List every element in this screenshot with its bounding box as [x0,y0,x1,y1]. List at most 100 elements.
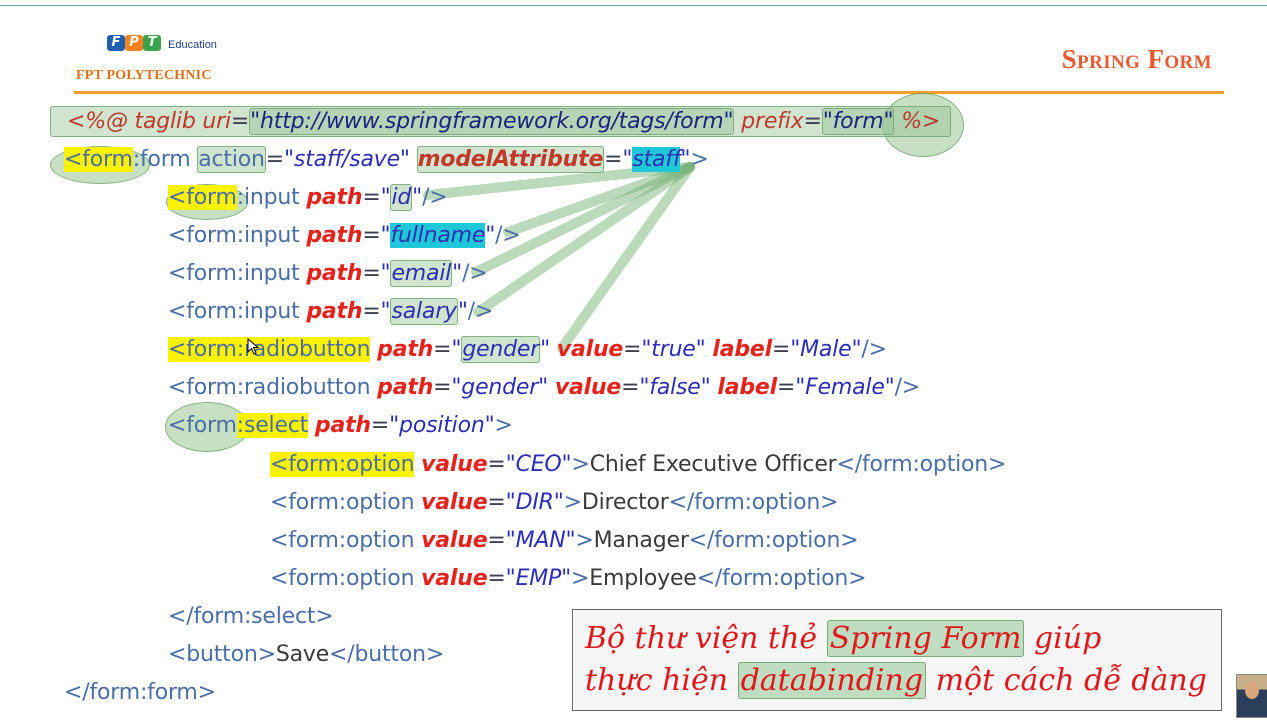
radio-male-eq3: = [771,337,791,362]
option-ceo-text: Chief Executive Officer [589,452,837,477]
radio-male-eq2: = [623,337,642,362]
input-id-path-attr: path [306,185,363,210]
input-fullname-value: fullname [390,223,486,248]
code-line-taglib: <%@ taglib uri="http://www.springframewo… [50,106,952,137]
radio-male-label-attr: label [712,337,772,362]
input-id-close: /> [422,185,448,210]
action-eq: = [265,147,285,172]
radio-female-value-attr: value [554,375,622,400]
option-ceo-value: "CEO" [505,452,572,477]
radio-female-open: <form:radiobutton [168,375,378,400]
code-line-option-man: <form:option value="MAN">Manager</form:o… [270,526,859,556]
radio-female-eq1: = [433,375,452,400]
option-man-eq: = [487,528,506,553]
input-id-q1: " [380,185,391,210]
code-line-input-fullname: <form:input path="fullname"/> [168,221,521,251]
radio-female-eq2: = [621,375,640,400]
input-salary-q1: " [380,299,391,324]
option-man-text: Manager [593,528,689,553]
prefix-value: "form" [821,108,895,135]
presenter-avatar [1236,674,1267,718]
input-fullname-open: <form:input [168,223,307,248]
code-line-button: <button>Save</button> [168,640,444,670]
radio-male-q1: " [451,337,462,362]
form-open-prefix: <form [64,147,133,172]
code-line-radio-female: <form:radiobutton path="gender" value="f… [168,373,920,403]
callout-text-1: Bộ thư viện thẻ [585,621,827,656]
option-man-value-attr: value [421,528,488,553]
radio-male-label-value: "Male" [790,337,862,362]
radio-female-path-attr: path [377,375,434,400]
code-line-select-close: </form:select> [168,602,334,632]
button-close-tag: </button> [329,642,445,667]
form-open-close: > [690,147,709,172]
code-line-option-ceo: <form:option value="CEO">Chief Executive… [270,450,1006,480]
form-open-tag: :form [132,147,191,172]
action-value: "staff/save" [284,147,410,172]
option-emp-value: "EMP" [505,566,572,591]
radio-male-prefix: <form [168,337,237,362]
avatar-face [1245,682,1259,699]
code-line-option-emp: <form:option value="EMP">Employee</form:… [270,564,867,594]
option-emp-text: Employee [589,566,697,591]
input-id-prefix: <form [168,185,237,210]
input-email-q2: " [452,261,463,286]
option-dir-gt: > [563,490,582,515]
radio-male-path-attr: path [377,337,434,362]
callout-text-2: giúp [1024,621,1102,656]
select-eq: = [370,413,390,438]
button-text: Save [275,642,330,667]
input-email-close: /> [462,261,488,286]
action-attr: action [197,146,266,173]
uri-value: "http://www.springframework.org/tags/for… [249,108,735,135]
callout-highlight-spring-form: Spring Form [826,620,1025,657]
form-close-tag: </form:form> [64,680,216,705]
option-man-open: <form:option [270,528,422,553]
option-dir-value-attr: value [421,490,488,515]
callout-line-2: thực hiện databinding một cách dễ dàng [585,660,1209,702]
input-email-open: <form:input [168,261,307,286]
option-man-gt: > [575,528,594,553]
option-ceo-open: <form:option [270,452,415,477]
input-email-path-attr: path [306,261,363,286]
radio-male-eq1: = [433,337,452,362]
input-id-eq: = [362,185,381,210]
select-close: > [494,413,513,438]
option-dir-open: <form:option [270,490,422,515]
uri-eq: = [230,109,250,134]
mouse-cursor-icon [247,338,260,355]
select-tag: :select [236,413,309,438]
option-dir-value: "DIR" [505,490,564,515]
input-fullname-eq: = [362,223,381,248]
radio-female-label-value: "Female" [795,375,895,400]
code-line-input-id: <form:input path="id"/> [168,183,448,213]
code-line-form-close: </form:form> [64,678,216,708]
option-ceo-close: </form:option> [836,452,1007,477]
input-salary-path-attr: path [306,299,363,324]
input-salary-value: salary [390,298,458,325]
select-path-attr: path [314,413,371,438]
radio-female-label-attr: label [717,375,777,400]
code-line-input-email: <form:input path="email"/> [168,259,488,289]
taglib-close: %> [894,109,941,134]
select-path-value: "position" [389,413,495,438]
option-man-value: "MAN" [505,528,576,553]
input-email-value: email [390,260,453,287]
option-emp-eq: = [487,566,506,591]
uri-attr: uri [202,109,231,134]
code-line-radio-male: <form:radiobutton path="gender" value="t… [168,335,887,365]
radio-female-eq3: = [776,375,796,400]
option-ceo-gt: > [571,452,590,477]
input-salary-eq: = [362,299,381,324]
option-ceo-eq: = [487,452,506,477]
input-id-tag: :input [236,185,300,210]
input-salary-close: /> [467,299,494,324]
input-salary-q2: " [457,299,468,324]
option-dir-eq: = [487,490,506,515]
callout-highlight-databinding: databinding [737,662,927,699]
input-email-eq: = [362,261,381,286]
code-line-input-salary: <form:input path="salary"/> [168,297,493,327]
select-prefix: <form [168,413,237,438]
input-fullname-q1: " [380,223,391,248]
select-close-tag: </form:select> [168,604,334,629]
